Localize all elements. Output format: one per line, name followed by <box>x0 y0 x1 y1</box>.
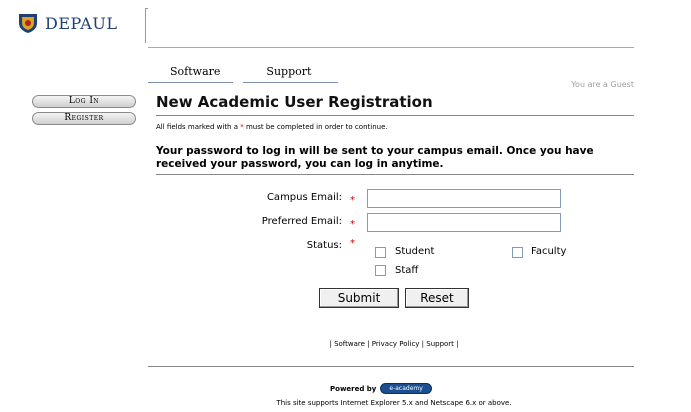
faculty-label: Faculty <box>531 246 567 257</box>
preferred-email-label: Preferred Email: <box>261 216 342 227</box>
title-rule <box>156 115 634 116</box>
nav-tabs: Software Support <box>148 65 339 83</box>
preferred-email-required: * <box>350 219 355 230</box>
student-checkbox[interactable] <box>375 247 386 258</box>
password-info: Your password to log in will be sent to … <box>156 145 594 170</box>
top-rule <box>148 47 634 48</box>
student-label: Student <box>395 246 435 257</box>
campus-email-field[interactable] <box>367 189 561 208</box>
note-text-before: All fields marked with a <box>156 123 241 131</box>
login-button[interactable]: Log In <box>32 95 136 108</box>
campus-email-required: * <box>350 195 355 206</box>
powered-by: Powered by e-academy <box>330 383 432 394</box>
register-button[interactable]: Register <box>32 112 136 125</box>
required-note: All fields marked with a * must be compl… <box>156 123 388 131</box>
logo-text: DEPAUL <box>45 13 118 33</box>
status-label: Status: <box>306 240 342 251</box>
browser-support-note: This site supports Internet Explorer 5.x… <box>276 399 512 407</box>
note-text-after: must be completed in order to continue. <box>243 123 388 131</box>
faculty-checkbox[interactable] <box>512 247 523 258</box>
e-academy-logo[interactable]: e-academy <box>380 383 432 394</box>
campus-email-label: Campus Email: <box>266 192 342 203</box>
reset-button[interactable]: Reset <box>405 288 469 308</box>
footer-rule <box>148 366 634 367</box>
header-divider-tick <box>145 8 148 9</box>
info-rule <box>156 174 634 175</box>
header-divider <box>145 8 146 43</box>
status-required: * <box>350 238 355 249</box>
footer-links[interactable]: | Software | Privacy Policy | Support | <box>0 340 691 348</box>
shield-icon <box>19 14 37 33</box>
powered-by-text: Powered by <box>330 384 377 393</box>
depaul-logo[interactable]: DEPAUL <box>17 10 143 36</box>
staff-label: Staff <box>395 265 419 276</box>
guest-status: You are a Guest <box>571 80 634 89</box>
preferred-email-field[interactable] <box>367 213 561 232</box>
submit-button[interactable]: Submit <box>319 288 399 308</box>
tab-support[interactable]: Support <box>243 65 339 83</box>
tab-software[interactable]: Software <box>148 65 234 83</box>
page-title: New Academic User Registration <box>156 93 433 111</box>
staff-checkbox[interactable] <box>375 265 386 276</box>
